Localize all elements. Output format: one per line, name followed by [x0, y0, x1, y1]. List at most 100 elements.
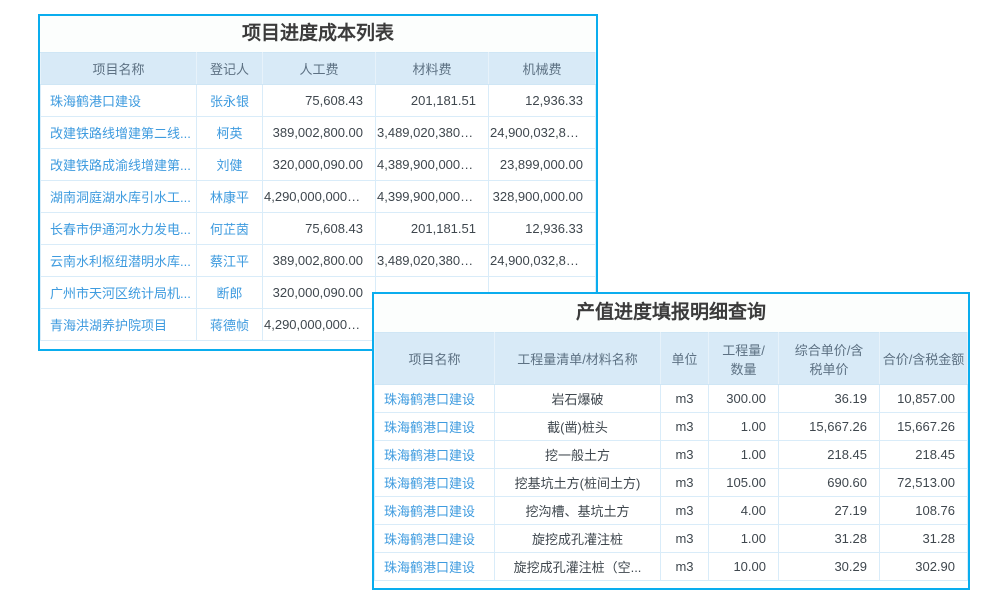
project-name-link[interactable]: 改建铁路成渝线增建第... [41, 149, 197, 181]
machine-cost-cell: 23,899,000.00 [489, 149, 596, 181]
unit-cell: m3 [661, 441, 709, 469]
column-header-unit-price: 综合单价/含 税单价 [779, 333, 880, 385]
unit-price-cell: 15,667.26 [779, 413, 880, 441]
output-table-panel: 产值进度填报明细查询 项目名称 工程量清单/材料名称 单位 工程量/ 数量 综合… [372, 292, 970, 590]
registrant-link[interactable]: 断郎 [197, 277, 263, 309]
material-cost-cell: 3,489,020,380.00 [376, 245, 489, 277]
material-cost-cell: 4,399,900,000.00 [376, 181, 489, 213]
unit-cell: m3 [661, 469, 709, 497]
unit-price-cell: 31.28 [779, 525, 880, 553]
output-table-title: 产值进度填报明细查询 [374, 294, 968, 332]
table-row: 云南水利枢纽潜明水库... 蔡江平 389,002,800.00 3,489,0… [41, 245, 596, 277]
material-cost-cell: 4,389,900,000.00 [376, 149, 489, 181]
table-row: 珠海鹤港口建设 旋挖成孔灌注桩（空... m3 10.00 30.29 302.… [375, 553, 968, 581]
material-cost-cell: 3,489,020,380.00 [376, 117, 489, 149]
total-price-cell: 218.45 [880, 441, 968, 469]
total-price-cell: 15,667.26 [880, 413, 968, 441]
registrant-link[interactable]: 刘健 [197, 149, 263, 181]
labor-cost-cell: 75,608.43 [263, 85, 376, 117]
column-header-unit: 单位 [661, 333, 709, 385]
unit-price-cell: 27.19 [779, 497, 880, 525]
boq-item-cell: 挖沟槽、基坑土方 [495, 497, 661, 525]
registrant-link[interactable]: 柯英 [197, 117, 263, 149]
table-row: 珠海鹤港口建设 岩石爆破 m3 300.00 36.19 10,857.00 [375, 385, 968, 413]
labor-cost-cell: 389,002,800.00 [263, 117, 376, 149]
labor-cost-cell: 320,000,090.00 [263, 149, 376, 181]
quantity-cell: 105.00 [709, 469, 779, 497]
boq-item-cell: 旋挖成孔灌注桩（空... [495, 553, 661, 581]
total-price-cell: 31.28 [880, 525, 968, 553]
table-row: 改建铁路线增建第二线... 柯英 389,002,800.00 3,489,02… [41, 117, 596, 149]
labor-cost-cell: 389,002,800.00 [263, 245, 376, 277]
table-row: 珠海鹤港口建设 旋挖成孔灌注桩 m3 1.00 31.28 31.28 [375, 525, 968, 553]
boq-item-cell: 挖基坑土方(桩间土方) [495, 469, 661, 497]
total-price-cell: 10,857.00 [880, 385, 968, 413]
unit-cell: m3 [661, 497, 709, 525]
machine-cost-cell: 24,900,032,800.00 [489, 117, 596, 149]
boq-item-cell: 截(凿)桩头 [495, 413, 661, 441]
quantity-cell: 300.00 [709, 385, 779, 413]
column-header-boq-material-name: 工程量清单/材料名称 [495, 333, 661, 385]
project-name-link[interactable]: 珠海鹤港口建设 [375, 385, 495, 413]
table-row: 珠海鹤港口建设 张永银 75,608.43 201,181.51 12,936.… [41, 85, 596, 117]
quantity-cell: 1.00 [709, 441, 779, 469]
table-row: 珠海鹤港口建设 截(凿)桩头 m3 1.00 15,667.26 15,667.… [375, 413, 968, 441]
project-name-link[interactable]: 珠海鹤港口建设 [375, 525, 495, 553]
project-name-link[interactable]: 改建铁路线增建第二线... [41, 117, 197, 149]
project-name-link[interactable]: 珠海鹤港口建设 [41, 85, 197, 117]
unit-price-cell: 690.60 [779, 469, 880, 497]
labor-cost-cell: 4,290,000,000.00 [263, 309, 376, 341]
column-header-registrant: 登记人 [197, 53, 263, 85]
registrant-link[interactable]: 蒋德帧 [197, 309, 263, 341]
unit-cell: m3 [661, 385, 709, 413]
boq-item-cell: 挖一般土方 [495, 441, 661, 469]
project-name-link[interactable]: 珠海鹤港口建设 [375, 497, 495, 525]
registrant-link[interactable]: 何芷茵 [197, 213, 263, 245]
registrant-link[interactable]: 林康平 [197, 181, 263, 213]
unit-cell: m3 [661, 525, 709, 553]
column-header-project-name: 项目名称 [375, 333, 495, 385]
cost-table-header-row: 项目名称 登记人 人工费 材料费 机械费 [41, 53, 596, 85]
output-table-header-row: 项目名称 工程量清单/材料名称 单位 工程量/ 数量 综合单价/含 税单价 合价… [375, 333, 968, 385]
unit-cell: m3 [661, 553, 709, 581]
quantity-cell: 10.00 [709, 553, 779, 581]
column-header-labor-cost: 人工费 [263, 53, 376, 85]
table-row: 改建铁路成渝线增建第... 刘健 320,000,090.00 4,389,90… [41, 149, 596, 181]
labor-cost-cell: 75,608.43 [263, 213, 376, 245]
project-name-link[interactable]: 云南水利枢纽潜明水库... [41, 245, 197, 277]
column-header-material-cost: 材料费 [376, 53, 489, 85]
unit-price-cell: 218.45 [779, 441, 880, 469]
total-price-cell: 72,513.00 [880, 469, 968, 497]
material-cost-cell: 201,181.51 [376, 213, 489, 245]
table-row: 珠海鹤港口建设 挖基坑土方(桩间土方) m3 105.00 690.60 72,… [375, 469, 968, 497]
total-price-cell: 302.90 [880, 553, 968, 581]
machine-cost-cell: 328,900,000.00 [489, 181, 596, 213]
project-name-link[interactable]: 珠海鹤港口建设 [375, 553, 495, 581]
registrant-link[interactable]: 张永银 [197, 85, 263, 117]
column-header-machine-cost: 机械费 [489, 53, 596, 85]
quantity-cell: 4.00 [709, 497, 779, 525]
labor-cost-cell: 4,290,000,000.00 [263, 181, 376, 213]
table-row: 珠海鹤港口建设 挖一般土方 m3 1.00 218.45 218.45 [375, 441, 968, 469]
unit-price-cell: 30.29 [779, 553, 880, 581]
project-name-link[interactable]: 青海洪湖养护院项目 [41, 309, 197, 341]
column-header-project-name: 项目名称 [41, 53, 197, 85]
project-name-link[interactable]: 珠海鹤港口建设 [375, 441, 495, 469]
quantity-cell: 1.00 [709, 413, 779, 441]
cost-table-title: 项目进度成本列表 [40, 16, 596, 52]
project-name-link[interactable]: 广州市天河区统计局机... [41, 277, 197, 309]
project-name-link[interactable]: 长春市伊通河水力发电... [41, 213, 197, 245]
machine-cost-cell: 24,900,032,800.00 [489, 245, 596, 277]
table-row: 湖南洞庭湖水库引水工... 林康平 4,290,000,000.00 4,399… [41, 181, 596, 213]
project-name-link[interactable]: 湖南洞庭湖水库引水工... [41, 181, 197, 213]
unit-cell: m3 [661, 413, 709, 441]
total-price-cell: 108.76 [880, 497, 968, 525]
table-row: 长春市伊通河水力发电... 何芷茵 75,608.43 201,181.51 1… [41, 213, 596, 245]
project-name-link[interactable]: 珠海鹤港口建设 [375, 413, 495, 441]
registrant-link[interactable]: 蔡江平 [197, 245, 263, 277]
project-name-link[interactable]: 珠海鹤港口建设 [375, 469, 495, 497]
boq-item-cell: 岩石爆破 [495, 385, 661, 413]
unit-price-cell: 36.19 [779, 385, 880, 413]
table-row: 珠海鹤港口建设 挖沟槽、基坑土方 m3 4.00 27.19 108.76 [375, 497, 968, 525]
boq-item-cell: 旋挖成孔灌注桩 [495, 525, 661, 553]
